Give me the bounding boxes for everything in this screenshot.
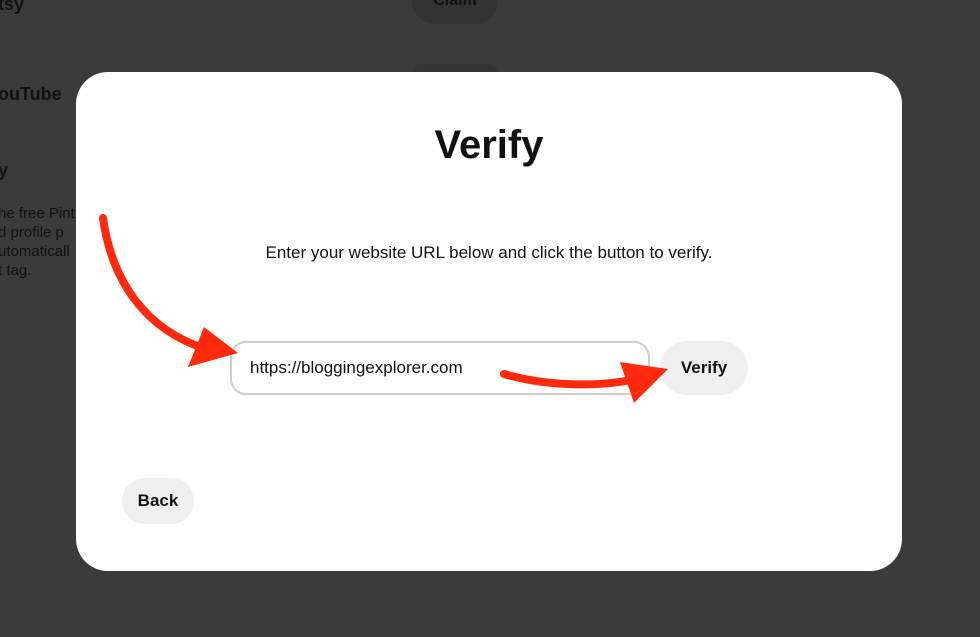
modal-title: Verify (434, 123, 544, 167)
verify-button[interactable]: Verify (660, 341, 748, 395)
background-item-heading-etsy: tsy (0, 0, 25, 14)
background-item-heading-youtube: ouTube (0, 84, 62, 104)
modal-instructions: Enter your website URL below and click t… (265, 243, 713, 262)
back-button[interactable]: Back (122, 478, 194, 524)
background-claim-button: Claim (412, 0, 498, 24)
background-description-line-1: he free Pint (0, 205, 75, 222)
background-description-line-3: utomaticall (0, 243, 70, 260)
background-description-line-2: d profile p (0, 224, 64, 241)
verify-modal: Verify Enter your website URL below and … (76, 72, 902, 571)
website-url-input[interactable] (230, 341, 650, 395)
background-description-line-4: t tag. (0, 262, 32, 279)
background-item-heading-third: y (0, 160, 9, 180)
